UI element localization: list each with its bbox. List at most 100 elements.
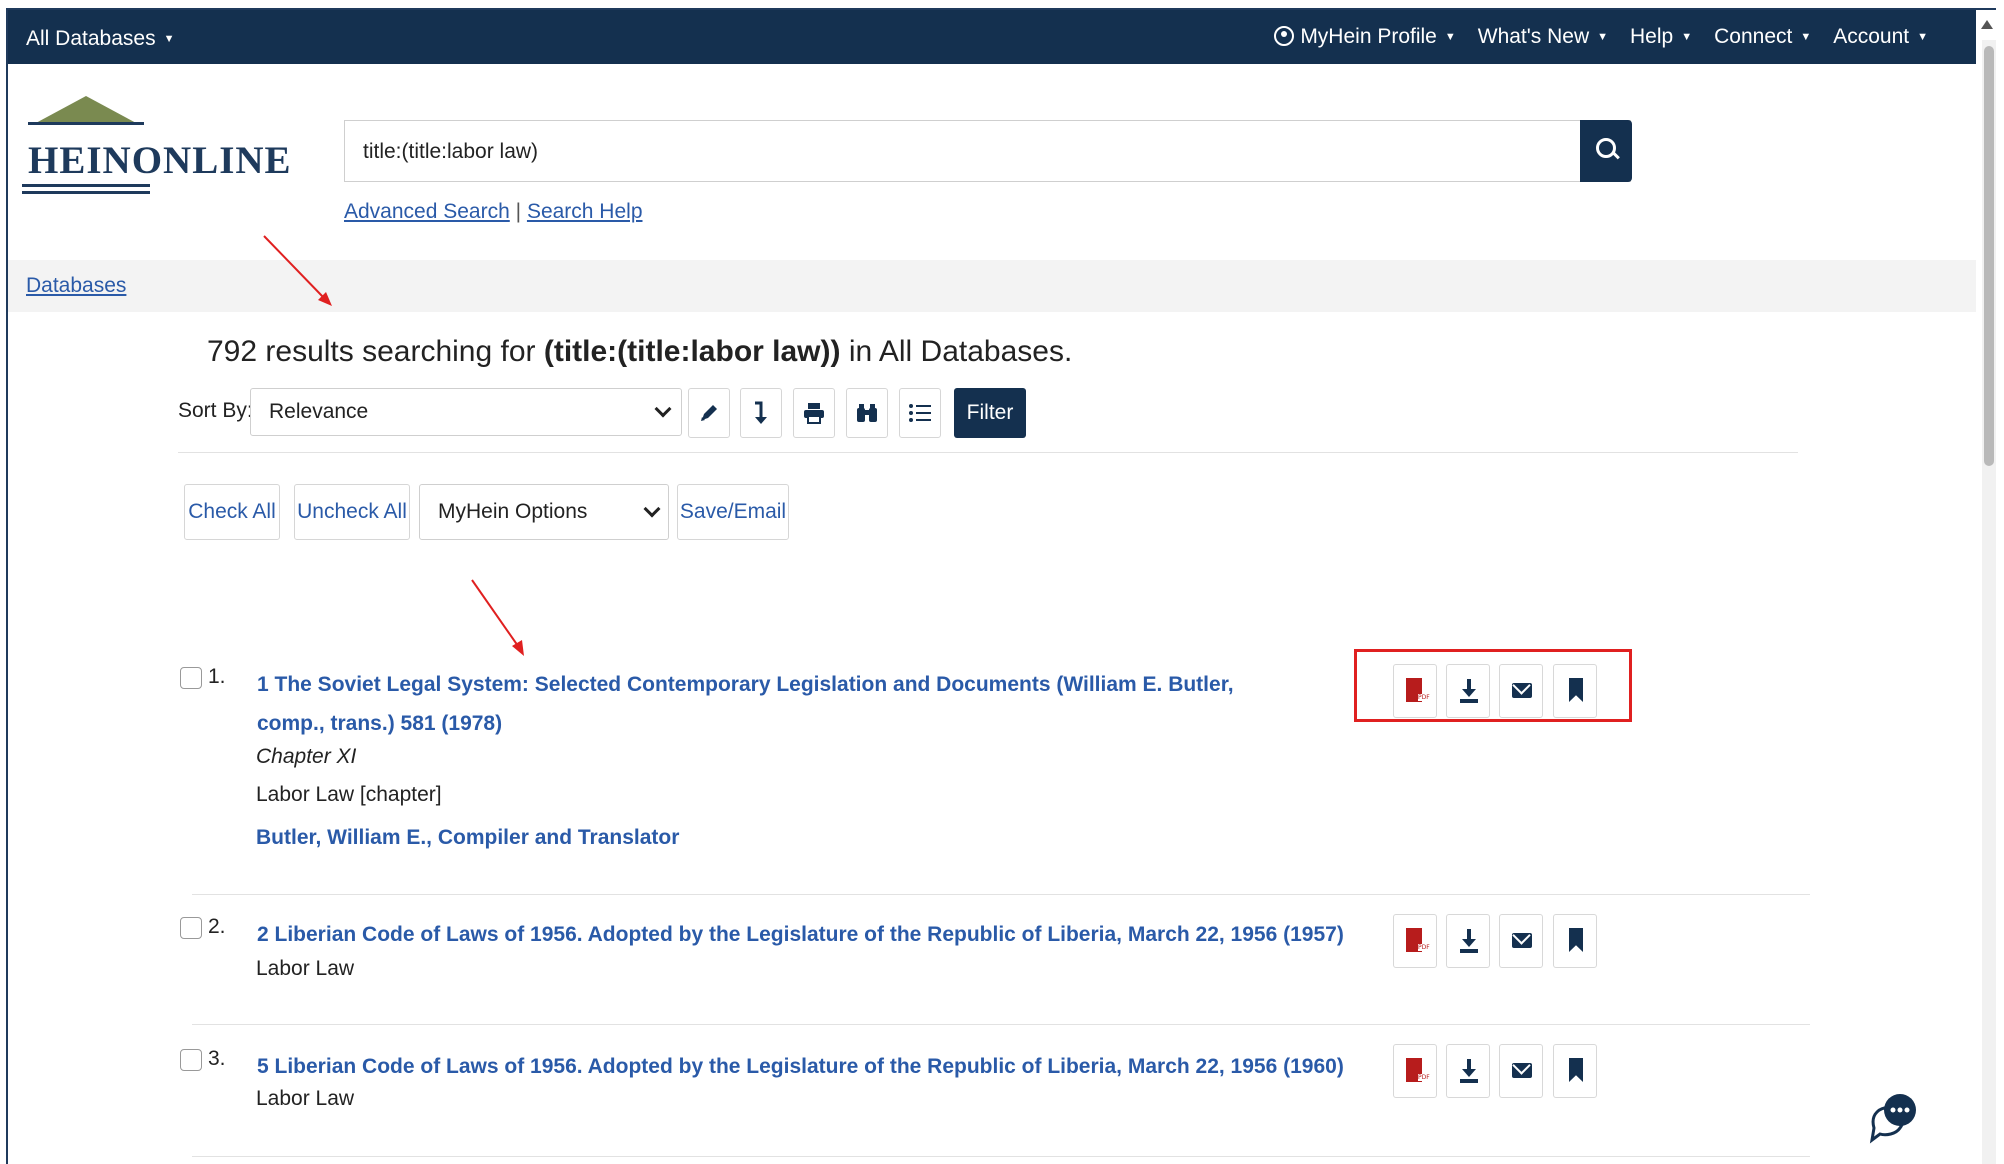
search-box (344, 120, 1631, 182)
download-icon (1460, 929, 1478, 953)
link-separator: | (515, 200, 522, 223)
pdf-icon (1406, 1058, 1430, 1082)
binoculars-icon (857, 404, 877, 422)
caret-down-icon: ▼ (1444, 31, 1456, 43)
sort-select[interactable]: Relevance (250, 388, 682, 436)
check-all-button[interactable]: Check All (184, 484, 280, 540)
account-menu[interactable]: Account ▼ (1833, 25, 1928, 49)
results-count-text: 792 results searching for (207, 335, 544, 368)
result-title-link[interactable]: 5 Liberian Code of Laws of 1956. Adopted… (257, 1047, 1357, 1086)
annotation-arrow (263, 235, 332, 306)
uncheck-all-button[interactable]: Uncheck All (294, 484, 410, 540)
filter-button[interactable]: Filter (954, 388, 1026, 438)
logo-base-line (22, 184, 150, 187)
divider (192, 894, 1810, 895)
scrollbar-thumb[interactable] (1984, 46, 1994, 466)
pdf-button[interactable] (1393, 914, 1437, 968)
logo-roofline (28, 122, 144, 125)
print-button[interactable] (793, 388, 835, 438)
myhein-profile-menu[interactable]: MyHein Profile ▼ (1274, 25, 1456, 49)
caret-down-icon: ▼ (1917, 31, 1928, 43)
logo-base-line (22, 191, 150, 194)
person-icon (1274, 26, 1295, 46)
chevron-down-icon (643, 500, 661, 518)
result-author-link[interactable]: Butler, William E., Compiler and Transla… (256, 826, 679, 850)
email-button[interactable] (1499, 1044, 1543, 1098)
bookmark-button[interactable] (1553, 914, 1597, 968)
result-number: 2. (208, 915, 226, 938)
whats-new-label: What's New (1477, 25, 1590, 48)
help-menu[interactable]: Help ▼ (1630, 25, 1692, 49)
result-checkbox[interactable] (180, 917, 202, 939)
result-subtitle: Labor Law [chapter] (256, 783, 442, 806)
sort-direction-icon (755, 401, 767, 424)
annotation-arrow (471, 579, 524, 656)
result-checkbox[interactable] (180, 667, 202, 689)
save-email-button[interactable]: Save/Email (677, 484, 789, 540)
email-icon (1512, 1063, 1532, 1078)
results-query-text: (title:(title:labor law)) (543, 335, 841, 368)
connect-label: Connect (1714, 25, 1793, 48)
result-subtitle: Labor Law (256, 957, 355, 980)
bookmark-button[interactable] (1553, 1044, 1597, 1098)
pdf-button[interactable] (1393, 1044, 1437, 1098)
whats-new-menu[interactable]: What's New ▼ (1478, 25, 1608, 49)
search-icon (1596, 138, 1616, 158)
divider (178, 452, 1798, 453)
result-number: 3. (208, 1047, 226, 1070)
result-chapter: Chapter XI (256, 745, 357, 768)
list-view-button[interactable] (899, 388, 941, 438)
help-label: Help (1630, 25, 1674, 48)
download-button[interactable] (1446, 914, 1490, 968)
result-number: 1. (208, 665, 226, 688)
search-input[interactable] (361, 139, 1545, 165)
myhein-options-select[interactable]: MyHein Options (419, 484, 669, 540)
scroll-up-arrow-icon[interactable] (1981, 20, 1993, 29)
sort-direction-button[interactable] (740, 388, 782, 438)
myhein-options-value: MyHein Options (438, 500, 588, 523)
download-icon (1460, 1059, 1478, 1083)
search-help-link[interactable]: Search Help (527, 200, 643, 223)
result-checkbox[interactable] (180, 1049, 202, 1071)
pencil-icon (701, 405, 717, 421)
binoculars-button[interactable] (846, 388, 888, 438)
advanced-search-link[interactable]: Advanced Search (344, 200, 510, 223)
list-icon (909, 404, 931, 422)
email-button[interactable] (1499, 914, 1543, 968)
annotation-highlight-box (1354, 649, 1632, 722)
caret-down-icon: ▼ (163, 33, 175, 45)
caret-down-icon: ▼ (1800, 31, 1812, 43)
heinonline-logo[interactable]: HEINONLINE (20, 96, 291, 200)
pdf-icon (1406, 928, 1430, 952)
divider (192, 1024, 1810, 1025)
chat-icon[interactable] (1866, 1088, 1926, 1148)
top-nav-bar: All Databases ▼ MyHein Profile ▼ What's Ne… (8, 10, 1976, 64)
myhein-profile-label: MyHein Profile (1300, 25, 1437, 48)
caret-down-icon: ▼ (1681, 31, 1693, 43)
breadcrumb-databases-link[interactable]: Databases (26, 274, 126, 298)
result-title-link[interactable]: 1 The Soviet Legal System: Selected Cont… (257, 665, 1277, 743)
print-icon (804, 403, 824, 424)
search-links: Advanced Search | Search Help (344, 200, 643, 224)
download-button[interactable] (1446, 1044, 1490, 1098)
results-scope-text: in All Databases. (840, 335, 1073, 368)
logo-text: HEINONLINE (28, 139, 292, 182)
search-button[interactable] (1580, 120, 1632, 182)
chevron-down-icon (654, 400, 672, 418)
all-databases-menu[interactable]: All Databases ▼ (26, 27, 174, 51)
sort-by-label: Sort By: (178, 399, 253, 422)
bookmark-icon (1569, 1058, 1583, 1082)
sort-selected-value: Relevance (269, 400, 369, 423)
bookmark-icon (1569, 928, 1583, 952)
results-summary: 792 results searching for (title:(title:… (207, 335, 1072, 369)
account-label: Account (1833, 25, 1910, 48)
connect-menu[interactable]: Connect ▼ (1714, 25, 1811, 49)
result-subtitle: Labor Law (256, 1087, 355, 1110)
email-icon (1512, 933, 1532, 948)
divider (192, 1156, 1810, 1157)
caret-down-icon: ▼ (1597, 31, 1609, 43)
all-databases-label: All Databases (26, 27, 156, 50)
result-title-link[interactable]: 2 Liberian Code of Laws of 1956. Adopted… (257, 915, 1357, 954)
logo-roof-shape (34, 96, 138, 124)
edit-button[interactable] (688, 388, 730, 438)
